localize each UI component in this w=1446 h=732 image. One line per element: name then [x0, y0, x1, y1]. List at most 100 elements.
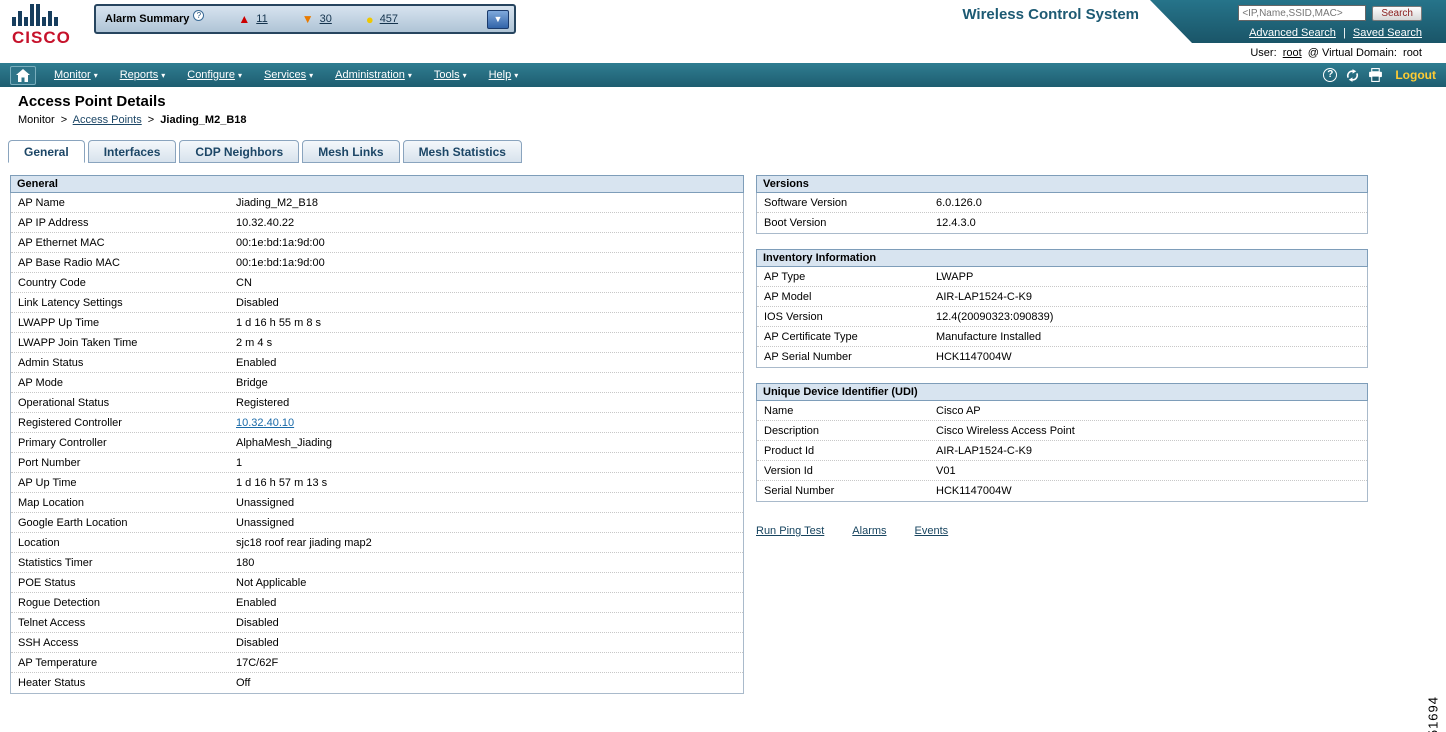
- table-row: Product Id AIR-LAP1524-C-K9: [757, 441, 1367, 461]
- page-header: Access Point Details Monitor > Access Po…: [0, 87, 1446, 126]
- virtual-domain-value: root: [1403, 47, 1422, 59]
- field-value: 12.4(20090323:090839): [936, 310, 1054, 323]
- field-value: Off: [236, 677, 251, 689]
- field-value: Disabled: [236, 636, 279, 649]
- breadcrumb-separator: >: [147, 114, 155, 126]
- page-title: Access Point Details: [18, 93, 166, 110]
- field-label: AP Mode: [18, 376, 64, 389]
- chevron-down-icon: ▾: [514, 70, 519, 80]
- field-value: 1 d 16 h 57 m 13 s: [236, 476, 328, 489]
- table-row: Version Id V01: [757, 461, 1367, 481]
- events-link[interactable]: Events: [915, 525, 949, 537]
- advanced-search-link[interactable]: Advanced Search: [1249, 27, 1336, 39]
- critical-alarm-icon: ▲: [238, 12, 251, 26]
- right-column: Versions Software Version 6.0.126.0 Boot V…: [756, 175, 1368, 537]
- field-value-link[interactable]: 10.32.40.10: [236, 417, 294, 429]
- cisco-bridge-icon: [12, 4, 58, 26]
- field-value: Jiading_M2_B18: [236, 196, 318, 209]
- inventory-panel: Inventory Information AP Type LWAPP AP Mod…: [756, 249, 1368, 368]
- tab-general[interactable]: General: [8, 140, 85, 163]
- search-input[interactable]: [1238, 5, 1367, 21]
- nav-item-help[interactable]: Help ▾: [489, 69, 519, 81]
- minor-alarm-indicator: ● 457: [366, 12, 398, 27]
- field-label: AP IP Address: [18, 216, 89, 229]
- breadcrumb-monitor: Monitor: [18, 114, 55, 126]
- field-label: Country Code: [18, 276, 86, 289]
- nav-item-reports[interactable]: Reports ▾: [120, 69, 166, 81]
- cisco-wordmark: CISCO: [12, 28, 71, 47]
- table-row: LWAPP Join Taken Time 2 m 4 s: [11, 333, 743, 353]
- top-header: CISCO Alarm Summary ? ▲ 11 ▼ 30 ● 457 ▼ …: [0, 0, 1446, 63]
- field-value: 00:1e:bd:1a:9d:00: [236, 236, 325, 249]
- breadcrumb: Monitor > Access Points > Jiading_M2_B18: [18, 114, 1446, 126]
- major-alarm-count-link[interactable]: 30: [320, 13, 332, 25]
- table-row: Registered Controller 10.32.40.10: [11, 413, 743, 433]
- nav-item-administration[interactable]: Administration ▾: [335, 69, 412, 81]
- table-row: Description Cisco Wireless Access Point: [757, 421, 1367, 441]
- minor-alarm-count-link[interactable]: 457: [380, 13, 398, 25]
- critical-alarm-indicator: ▲ 11: [238, 12, 267, 26]
- tab-interfaces[interactable]: Interfaces: [87, 140, 177, 163]
- tab-mesh-statistics[interactable]: Mesh Statistics: [402, 140, 522, 163]
- field-label: AP Base Radio MAC: [18, 256, 120, 269]
- table-row: LWAPP Up Time 1 d 16 h 55 m 8 s: [11, 313, 743, 333]
- user-link[interactable]: root: [1283, 47, 1302, 59]
- nav-item-services[interactable]: Services ▾: [264, 69, 313, 81]
- help-button[interactable]: ?: [1323, 68, 1338, 82]
- nav-item-label: Configure: [187, 69, 235, 81]
- nav-item-tools[interactable]: Tools ▾: [434, 69, 467, 81]
- tab-mesh-links[interactable]: Mesh Links: [302, 140, 400, 163]
- saved-search-link[interactable]: Saved Search: [1353, 27, 1422, 39]
- home-button[interactable]: [10, 65, 36, 85]
- search-button[interactable]: Search: [1372, 5, 1422, 21]
- table-row: AP Type LWAPP: [757, 267, 1367, 287]
- panel-title: Unique Device Identifier (UDI): [756, 383, 1368, 401]
- nav-item-label: Services: [263, 69, 307, 81]
- refresh-button[interactable]: [1345, 68, 1360, 83]
- minor-alarm-icon: ●: [365, 11, 374, 27]
- field-label: AP Model: [764, 290, 812, 303]
- table-row: AP Serial Number HCK1147004W: [757, 347, 1367, 367]
- nav-item-monitor[interactable]: Monitor ▾: [54, 69, 98, 81]
- nav-item-label: Monitor: [54, 69, 91, 81]
- nav-utilities: ? Logout: [1323, 68, 1436, 83]
- field-value: Unassigned: [236, 496, 295, 509]
- field-label: AP Temperature: [18, 656, 98, 669]
- chevron-down-icon: ▾: [462, 70, 467, 80]
- field-label: Name: [764, 404, 794, 417]
- table-row: Heater Status Off: [11, 673, 743, 693]
- logout-button[interactable]: Logout: [1395, 68, 1436, 82]
- print-button[interactable]: [1368, 68, 1383, 82]
- alarm-dropdown-button[interactable]: ▼: [487, 9, 509, 29]
- critical-alarm-count-link[interactable]: 11: [256, 13, 267, 25]
- field-value: Registered: [236, 396, 290, 409]
- field-label: Telnet Access: [18, 616, 86, 629]
- udi-table: Name Cisco AP Description Cisco Wireless Ac…: [756, 401, 1368, 502]
- field-value: V01: [936, 464, 956, 477]
- table-row: AP IP Address 10.32.40.22: [11, 213, 743, 233]
- nav-item-configure[interactable]: Configure ▾: [187, 69, 242, 81]
- field-label: Google Earth Location: [18, 516, 128, 529]
- field-label: Link Latency Settings: [18, 296, 123, 309]
- field-label: Rogue Detection: [18, 596, 100, 609]
- alarms-link[interactable]: Alarms: [852, 525, 886, 537]
- field-label: AP Type: [764, 270, 806, 283]
- nav-item-label: Administration: [335, 69, 405, 81]
- user-bar: User: root @ Virtual Domain: root: [1250, 47, 1422, 59]
- printer-icon: [1369, 68, 1383, 82]
- run-ping-test-link[interactable]: Run Ping Test: [756, 525, 824, 537]
- tab-cdp-neighbors[interactable]: CDP Neighbors: [179, 140, 300, 163]
- field-value: 17C/62F: [236, 656, 279, 669]
- table-row: SSH Access Disabled: [11, 633, 743, 653]
- field-label: Version Id: [764, 464, 813, 477]
- field-label: AP Name: [18, 196, 65, 209]
- table-row: AP Mode Bridge: [11, 373, 743, 393]
- action-links: Run Ping Test Alarms Events: [756, 525, 1368, 537]
- field-label: Registered Controller: [18, 416, 122, 429]
- breadcrumb-access-points-link[interactable]: Access Points: [73, 114, 142, 126]
- field-label: Primary Controller: [18, 436, 107, 449]
- field-label: Description: [764, 424, 820, 437]
- major-alarm-indicator: ▼ 30: [302, 12, 332, 26]
- info-icon[interactable]: ?: [193, 10, 205, 21]
- panel-title: Versions: [756, 175, 1368, 193]
